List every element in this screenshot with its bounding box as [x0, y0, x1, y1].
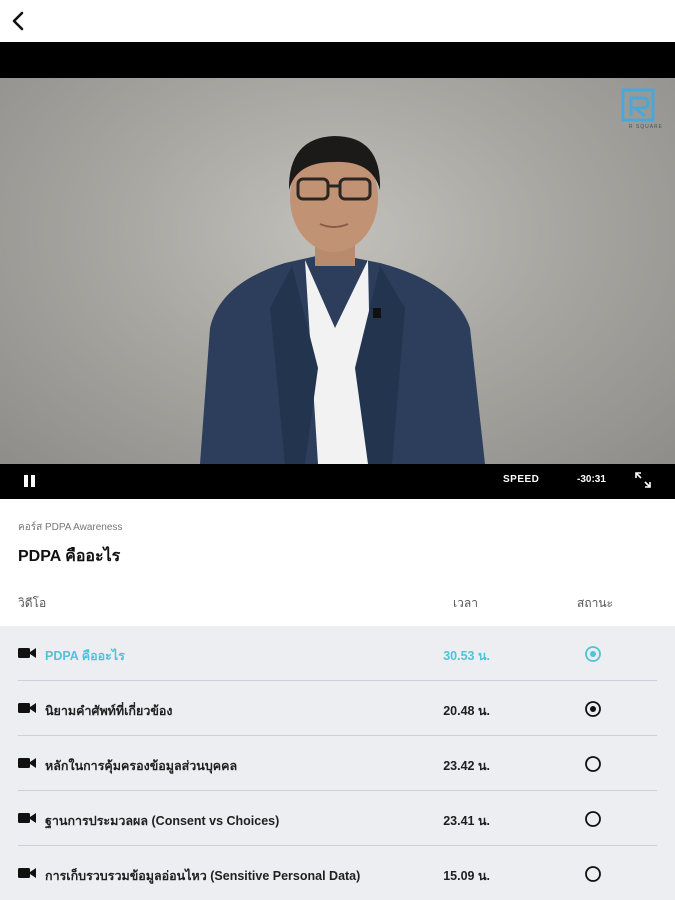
column-header-status: สถานะ — [577, 596, 613, 610]
logo-text: R SQUARE — [628, 124, 663, 130]
lesson-list-header: วิดีโอ เวลา สถานะ — [0, 580, 675, 626]
video-player[interactable]: R SQUARE SPEED -30:31 — [0, 42, 675, 499]
lesson-title-text: การเก็บรวบรวมข้อมูลอ่อนไหว (Sensitive Pe… — [45, 869, 361, 883]
fullscreen-button[interactable] — [633, 470, 653, 490]
pause-icon — [24, 475, 28, 487]
not-started-status-icon — [585, 756, 601, 772]
not-started-status-icon — [585, 866, 601, 882]
column-header-time: เวลา — [453, 596, 478, 610]
time-remaining: -30:31 — [577, 474, 606, 485]
video-camera-icon — [18, 813, 36, 823]
video-camera-icon — [18, 758, 36, 768]
completed-status-icon — [585, 701, 601, 717]
lesson-title-text: ฐานการประมวลผล (Consent vs Choices) — [45, 814, 280, 828]
column-header-video: วิดีโอ — [18, 596, 47, 610]
video-camera-icon — [18, 648, 36, 658]
player-controls: SPEED -30:31 — [0, 464, 675, 499]
video-camera-icon — [18, 868, 36, 878]
video-frame[interactable]: R SQUARE — [0, 78, 675, 464]
lesson-list: PDPA คืออะไร 30.53 น. นิยามคำศัพท์ที่เกี… — [0, 626, 675, 900]
lesson-duration: 20.48 น. — [443, 704, 490, 718]
pause-icon — [31, 475, 35, 487]
lesson-row[interactable]: การเก็บรวบรวมข้อมูลอ่อนไหว (Sensitive Pe… — [0, 846, 675, 900]
lesson-duration: 23.41 น. — [443, 814, 490, 828]
lesson-duration: 30.53 น. — [443, 649, 490, 663]
lesson-row[interactable]: นิยามคำศัพท์ที่เกี่ยวข้อง 20.48 น. — [0, 681, 675, 736]
chevron-left-icon — [12, 11, 24, 31]
lesson-row[interactable]: PDPA คืออะไร 30.53 น. — [0, 626, 675, 681]
back-button[interactable] — [6, 8, 30, 34]
playing-status-icon — [585, 646, 601, 662]
lesson-row[interactable]: ฐานการประมวลผล (Consent vs Choices) 23.4… — [0, 791, 675, 846]
lesson-title: PDPA คืออะไร — [18, 548, 121, 565]
presenter-video-image — [200, 136, 485, 464]
lesson-title-text: หลักในการคุ้มครองข้อมูลส่วนบุคคล — [45, 759, 238, 773]
lesson-title-text: นิยามคำศัพท์ที่เกี่ยวข้อง — [45, 704, 173, 718]
course-name: คอร์ส PDPA Awareness — [18, 522, 123, 533]
video-camera-icon — [18, 703, 36, 713]
top-bar — [0, 0, 675, 42]
expand-icon — [635, 472, 651, 488]
lesson-title-text: PDPA คืออะไร — [45, 649, 125, 663]
lesson-duration: 15.09 น. — [443, 869, 490, 883]
speed-button[interactable]: SPEED — [503, 474, 539, 485]
not-started-status-icon — [585, 811, 601, 827]
lesson-duration: 23.42 น. — [443, 759, 490, 773]
pause-button[interactable] — [22, 474, 38, 490]
lesson-row[interactable]: หลักในการคุ้มครองข้อมูลส่วนบุคคล 23.42 น… — [0, 736, 675, 791]
